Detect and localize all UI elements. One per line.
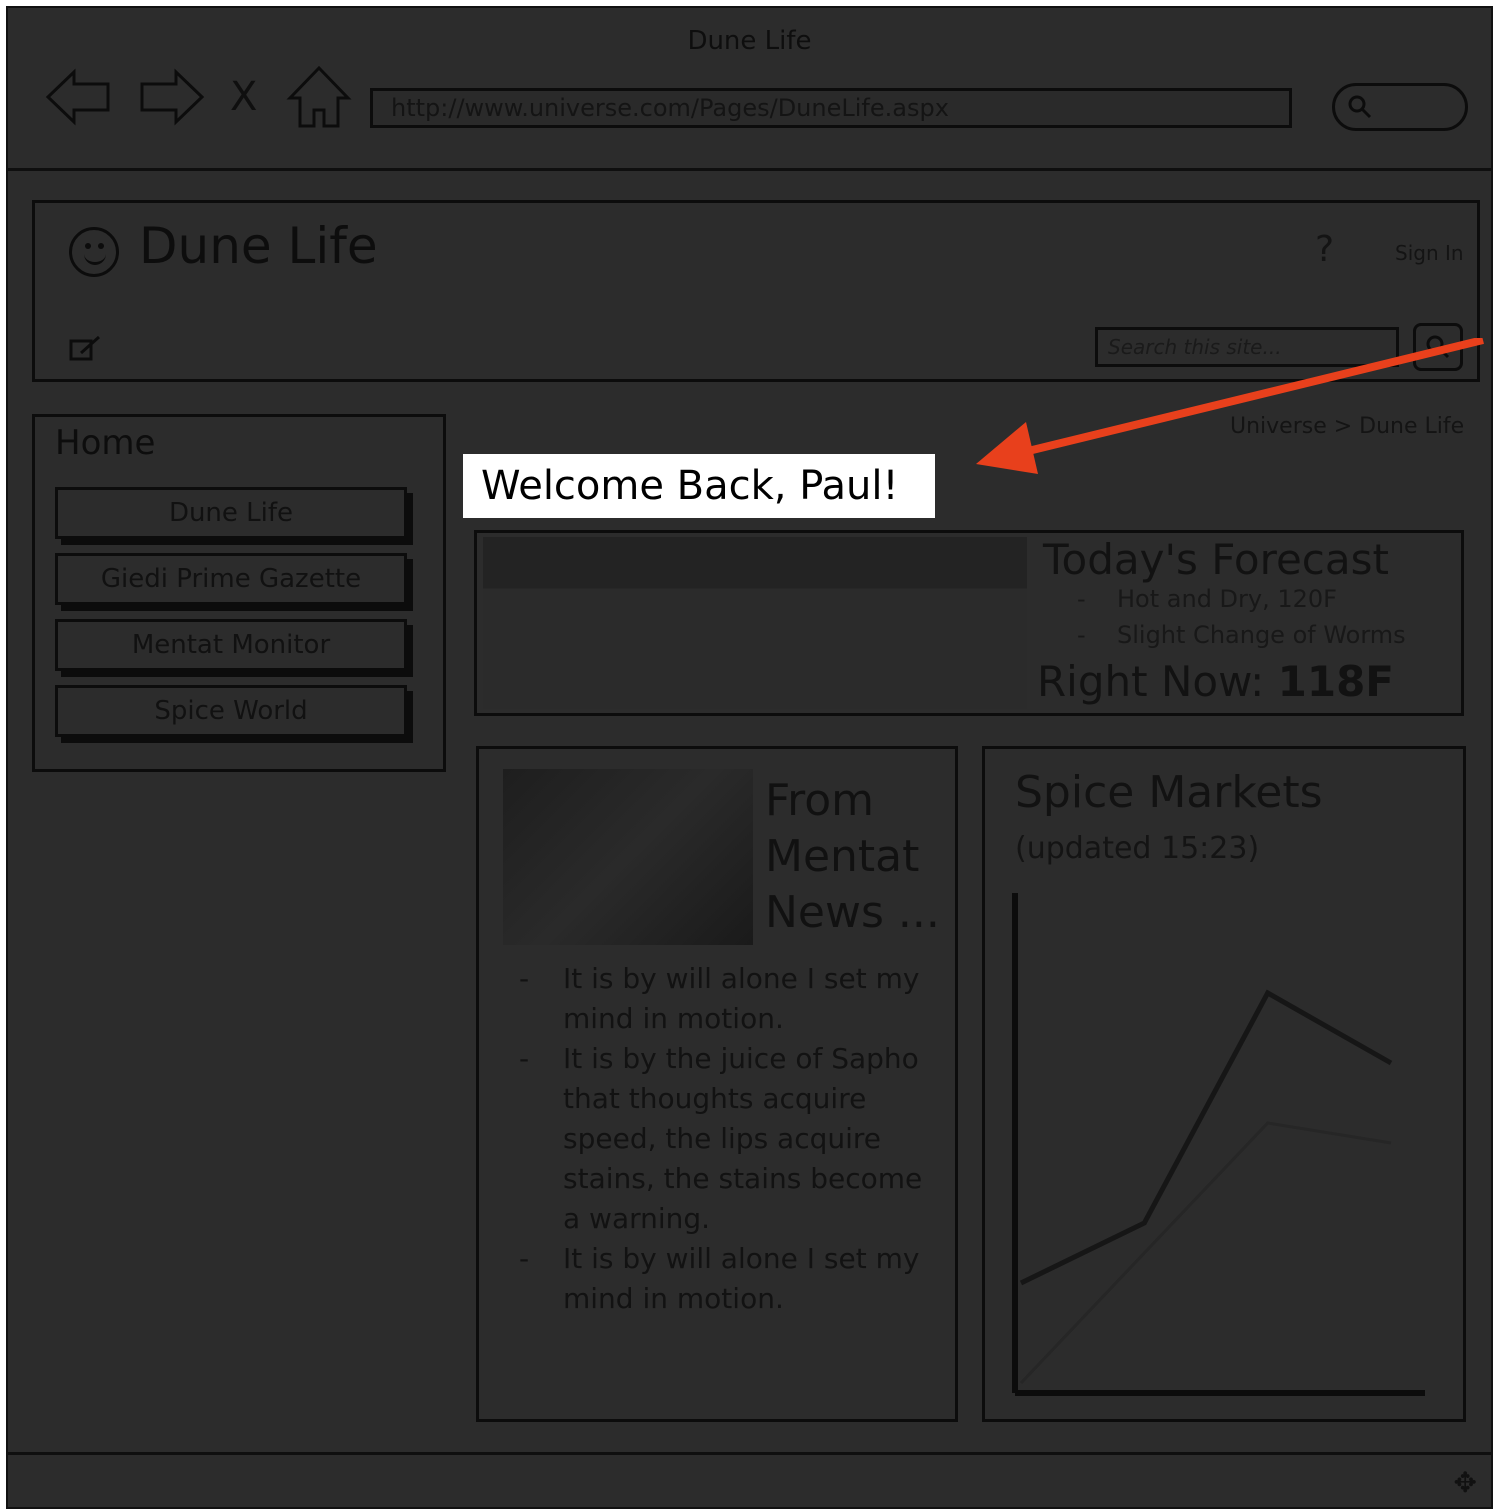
mentat-title-line: From (765, 775, 875, 826)
browser-window: Dune Life X http://www.universe.com/Page… (6, 6, 1493, 1509)
forecast-panel: Today's Forecast Hot and Dry, 120F Sligh… (474, 530, 1464, 716)
annotation-arrow-icon (976, 338, 1484, 474)
address-bar[interactable]: http://www.universe.com/Pages/DuneLife.a… (370, 88, 1292, 128)
sidebar-nav: Home Dune Life Giedi Prime Gazette Menta… (32, 414, 446, 772)
left-arrow-icon[interactable] (44, 62, 114, 132)
spice-markets-panel: Spice Markets (updated 15:23) (982, 746, 1466, 1422)
mentat-portrait-image (503, 769, 753, 945)
current-temperature-value: 118F (1277, 657, 1395, 706)
help-link[interactable]: ? (1315, 229, 1334, 270)
mentat-title-line: Mentat (765, 831, 920, 882)
sidebar-item-giedi-prime-gazette[interactable]: Giedi Prime Gazette (55, 553, 407, 605)
forecast-item: Slight Change of Worms (1077, 621, 1406, 657)
welcome-message: Welcome Back, Paul! (463, 454, 935, 518)
sidebar-item-mentat-monitor[interactable]: Mentat Monitor (55, 619, 407, 671)
spice-updated-time: (updated 15:23) (1015, 831, 1260, 866)
search-icon (1348, 95, 1372, 119)
spice-markets-title: Spice Markets (1015, 767, 1323, 818)
mentat-news-panel: From Mentat News ... It is by will alone… (476, 746, 958, 1422)
desert-image (483, 537, 1027, 709)
resize-grip-icon[interactable]: ✥ (1454, 1466, 1477, 1499)
right-arrow-icon[interactable] (136, 62, 206, 132)
sidebar-home-link[interactable]: Home (55, 423, 155, 463)
mentat-title-line: News ... (765, 887, 940, 938)
smiley-logo-icon (69, 227, 119, 277)
sidebar-item-spice-world[interactable]: Spice World (55, 685, 407, 737)
home-icon[interactable] (284, 62, 354, 132)
sign-in-link[interactable]: Sign In (1395, 241, 1464, 265)
sidebar-item-dune-life[interactable]: Dune Life (55, 487, 407, 539)
site-title: Dune Life (139, 217, 378, 275)
current-temperature: Right Now: 118F (1037, 657, 1394, 706)
list-item: It is by the juice of Sapho that thought… (519, 1039, 929, 1239)
toolbar-divider (8, 168, 1491, 171)
chart-series-line-2 (1019, 1121, 1392, 1385)
forecast-title: Today's Forecast (1043, 535, 1389, 584)
forecast-list: Hot and Dry, 120F Slight Change of Worms (1077, 585, 1406, 657)
list-item: It is by will alone I set my mind in mot… (519, 959, 929, 1039)
edit-page-icon[interactable] (69, 335, 103, 363)
current-temperature-label: Right Now: (1037, 657, 1265, 706)
mentat-news-title[interactable]: From Mentat News ... (765, 773, 945, 941)
stop-button[interactable]: X (230, 74, 257, 120)
spice-chart (1012, 893, 1425, 1396)
mentat-news-list: It is by will alone I set my mind in mot… (519, 959, 929, 1319)
forecast-item: Hot and Dry, 120F (1077, 585, 1406, 621)
list-item: It is by will alone I set my mind in mot… (519, 1239, 929, 1319)
status-bar (8, 1452, 1491, 1455)
browser-search-field[interactable] (1332, 83, 1468, 131)
chart-series-line-1 (1019, 989, 1393, 1286)
window-title: Dune Life (687, 26, 812, 56)
